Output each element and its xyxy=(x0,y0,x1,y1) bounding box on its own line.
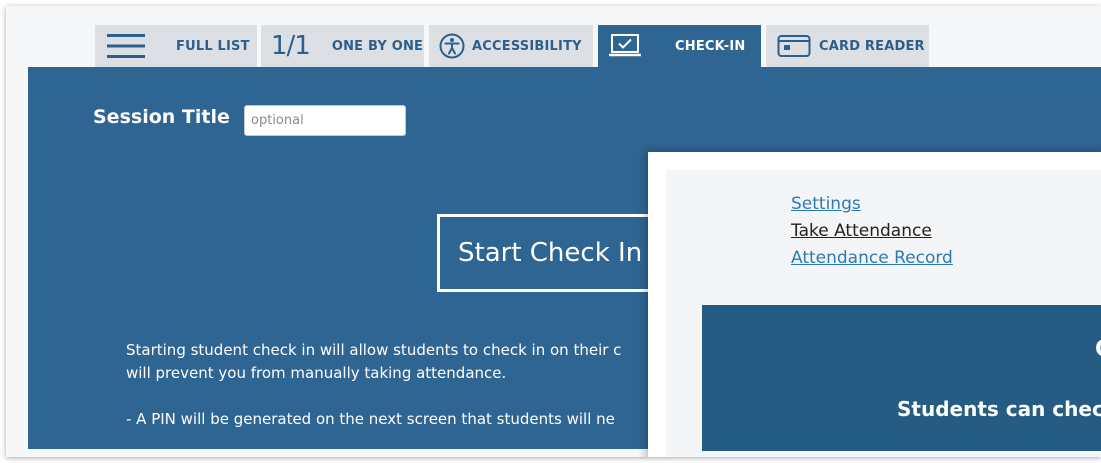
popup-status-panel: C Students can chec xyxy=(702,305,1101,451)
tab-accessibility[interactable]: ACCESSIBILITY xyxy=(429,25,593,67)
popup-content: Settings Take Attendance Attendance Reco… xyxy=(666,170,1101,457)
one-by-one-counter: 1/1 xyxy=(271,31,311,61)
tab-one-by-one[interactable]: 1/1 ONE BY ONE xyxy=(261,25,424,67)
session-title-label: Session Title xyxy=(93,106,230,128)
tab-full-list-label: FULL LIST xyxy=(176,38,250,54)
take-attendance-link[interactable]: Take Attendance xyxy=(791,221,932,241)
attendance-record-link[interactable]: Attendance Record xyxy=(791,248,953,268)
tab-check-in-label: CHECK-IN xyxy=(675,38,746,54)
attendance-popup: Settings Take Attendance Attendance Reco… xyxy=(648,152,1101,457)
tab-bar: FULL LIST 1/1 ONE BY ONE ACCESSIBILITY C… xyxy=(6,6,1101,68)
session-title-input[interactable] xyxy=(244,105,406,136)
tab-card-reader-label: CARD READER xyxy=(819,38,925,54)
tab-one-by-one-label: ONE BY ONE xyxy=(331,38,424,54)
settings-link[interactable]: Settings xyxy=(791,194,861,214)
laptop-check-icon xyxy=(608,33,642,59)
tab-card-reader[interactable]: CARD READER xyxy=(766,25,929,67)
popup-partial-heading: C xyxy=(1095,337,1101,362)
tab-check-in[interactable]: CHECK-IN xyxy=(598,25,761,67)
accessibility-icon xyxy=(439,33,465,59)
app-frame: FULL LIST 1/1 ONE BY ONE ACCESSIBILITY C… xyxy=(6,6,1101,457)
tab-full-list[interactable]: FULL LIST xyxy=(95,25,257,67)
hamburger-menu-icon xyxy=(107,33,145,59)
card-reader-icon xyxy=(777,34,811,58)
popup-status-message: Students can chec xyxy=(897,397,1101,421)
tab-accessibility-label: ACCESSIBILITY xyxy=(472,38,582,54)
